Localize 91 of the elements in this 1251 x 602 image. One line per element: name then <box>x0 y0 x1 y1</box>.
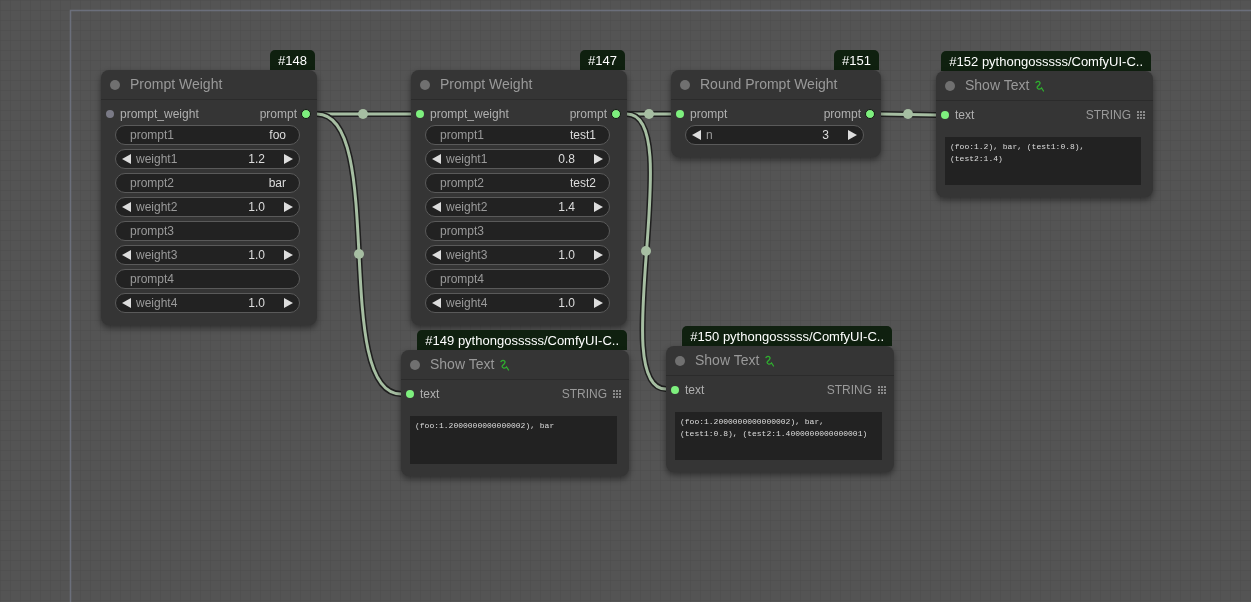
output-text-area[interactable]: (foo:1.2), bar, (test1:0.8), (test2:1.4) <box>945 137 1141 185</box>
number-field[interactable]: weight3 1.0 <box>115 245 300 265</box>
number-field[interactable]: weight2 1.4 <box>425 197 610 217</box>
input-slot-icon[interactable] <box>671 386 679 394</box>
text-field[interactable]: prompt3 <box>115 221 300 241</box>
output-label: prompt <box>259 108 297 120</box>
node-title: Show Text <box>695 351 760 370</box>
number-field[interactable]: weight4 1.0 <box>115 293 300 313</box>
squiggle-icon <box>764 354 776 367</box>
number-field[interactable]: weight3 1.0 <box>425 245 610 265</box>
output-slot-icon[interactable] <box>301 109 311 119</box>
left-arrow-icon[interactable] <box>122 154 131 164</box>
left-arrow-icon[interactable] <box>432 154 441 164</box>
type-label: STRING <box>1085 109 1131 121</box>
output-slot-icon[interactable] <box>611 109 621 119</box>
type-label: STRING <box>561 388 607 400</box>
node-id-badge: #150 pythongosssss/ComfyUI-C.. <box>682 326 892 346</box>
node-id-badge: #151 <box>834 50 879 70</box>
input-label: prompt_weight <box>430 108 509 120</box>
connection-wire[interactable] <box>315 111 403 397</box>
right-arrow-icon[interactable] <box>284 202 293 212</box>
text-field[interactable]: prompt4 <box>115 269 300 289</box>
input-label: text <box>685 384 705 396</box>
connection-wire[interactable] <box>625 111 668 392</box>
right-arrow-icon[interactable] <box>594 298 603 308</box>
input-label: text <box>955 109 975 121</box>
wire-midpoint-icon[interactable] <box>644 109 654 119</box>
number-field[interactable]: weight1 1.2 <box>115 149 300 169</box>
node-id-badge: #148 <box>270 50 315 70</box>
left-arrow-icon[interactable] <box>692 130 701 140</box>
type-label: STRING <box>826 384 872 396</box>
output-text-area[interactable]: (foo:1.2000000000000002), bar, (test1:0.8), (test2:1.4000000000000001) <box>675 412 882 460</box>
input-label: prompt_weight <box>120 108 199 120</box>
right-arrow-icon[interactable] <box>848 130 857 140</box>
collapse-dot-icon[interactable] <box>675 355 685 366</box>
node-title: Show Text <box>430 355 495 374</box>
right-arrow-icon[interactable] <box>284 154 293 164</box>
right-arrow-icon[interactable] <box>594 202 603 212</box>
input-slot-icon[interactable] <box>106 110 114 118</box>
output-label: prompt <box>569 108 607 120</box>
right-arrow-icon[interactable] <box>284 250 293 260</box>
input-slot-icon[interactable] <box>406 390 414 398</box>
left-arrow-icon[interactable] <box>432 250 441 260</box>
left-arrow-icon[interactable] <box>122 298 131 308</box>
collapse-dot-icon[interactable] <box>410 359 420 370</box>
squiggle-icon <box>499 358 511 371</box>
text-field[interactable]: prompt3 <box>425 221 610 241</box>
node-title: Prompt Weight <box>440 75 533 94</box>
text-field[interactable]: prompt1 foo <box>115 125 300 145</box>
output-label: prompt <box>823 108 861 120</box>
left-arrow-icon[interactable] <box>432 202 441 212</box>
node-title: Prompt Weight <box>130 75 223 94</box>
input-slot-icon[interactable] <box>416 110 424 118</box>
wire-midpoint-icon[interactable] <box>358 109 368 119</box>
text-field[interactable]: prompt4 <box>425 269 610 289</box>
input-slot-icon[interactable] <box>941 111 949 119</box>
grid-icon <box>1137 111 1145 119</box>
number-field[interactable]: weight1 0.8 <box>425 149 610 169</box>
grid-icon <box>878 386 886 394</box>
node-id-badge: #149 pythongosssss/ComfyUI-C.. <box>417 330 627 350</box>
output-text-area[interactable]: (foo:1.2000000000000002), bar <box>410 416 617 464</box>
left-arrow-icon[interactable] <box>122 202 131 212</box>
right-arrow-icon[interactable] <box>594 154 603 164</box>
squiggle-icon <box>1034 79 1046 92</box>
collapse-dot-icon[interactable] <box>945 80 955 91</box>
node-id-badge: #152 pythongosssss/ComfyUI-C.. <box>941 51 1151 71</box>
node-id-badge: #147 <box>580 50 625 70</box>
left-arrow-icon[interactable] <box>122 250 131 260</box>
right-arrow-icon[interactable] <box>594 250 603 260</box>
text-field[interactable]: prompt1 test1 <box>425 125 610 145</box>
connection-wire[interactable] <box>880 111 937 118</box>
text-field[interactable]: prompt2 test2 <box>425 173 610 193</box>
output-slot-icon[interactable] <box>865 109 875 119</box>
wire-midpoint-icon[interactable] <box>354 249 364 259</box>
wire-midpoint-icon[interactable] <box>903 109 913 119</box>
left-arrow-icon[interactable] <box>432 298 441 308</box>
number-field[interactable]: weight4 1.0 <box>425 293 610 313</box>
collapse-dot-icon[interactable] <box>110 79 120 90</box>
right-arrow-icon[interactable] <box>284 298 293 308</box>
grid-icon <box>613 390 621 398</box>
collapse-dot-icon[interactable] <box>680 79 690 90</box>
collapse-dot-icon[interactable] <box>420 79 430 90</box>
node-title: Show Text <box>965 76 1030 95</box>
input-label: prompt <box>690 108 728 120</box>
number-field[interactable]: weight2 1.0 <box>115 197 300 217</box>
node-title: Round Prompt Weight <box>700 75 838 94</box>
number-field[interactable]: n 3 <box>685 125 864 145</box>
wire-midpoint-icon[interactable] <box>641 246 651 256</box>
input-label: text <box>420 388 440 400</box>
text-field[interactable]: prompt2 bar <box>115 173 300 193</box>
input-slot-icon[interactable] <box>676 110 684 118</box>
